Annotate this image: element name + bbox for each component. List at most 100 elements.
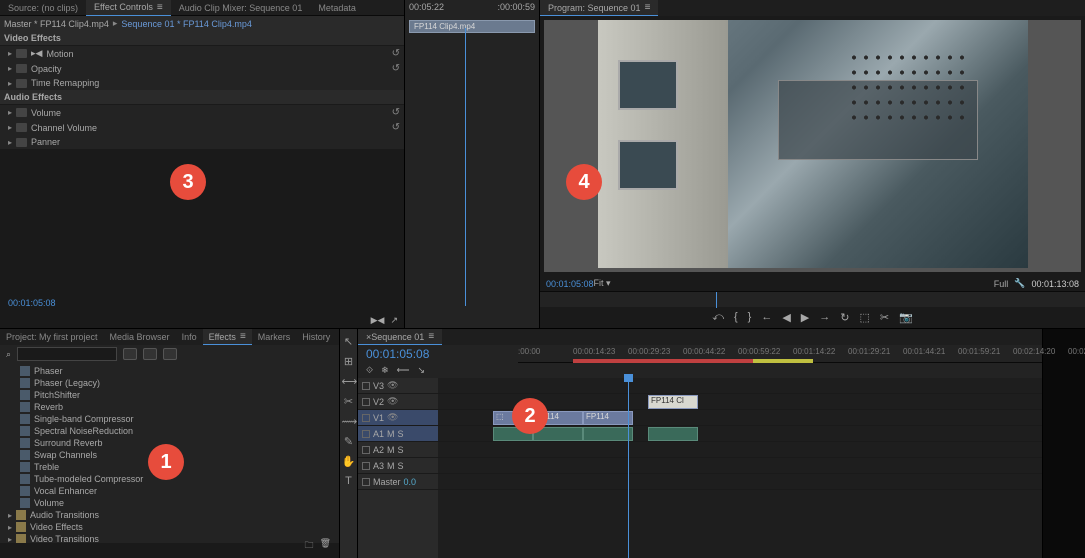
eye-icon[interactable]: 👁	[387, 412, 398, 423]
fx-volume[interactable]: Volume	[0, 497, 339, 509]
mark-in-icon[interactable]: {	[734, 311, 738, 324]
tab-media-browser[interactable]: Media Browser	[104, 329, 176, 345]
folder-video-trans[interactable]: ▸Video Transitions	[0, 533, 339, 543]
fx-opacity[interactable]: ▸Opacity↺	[0, 61, 404, 76]
mute-icon[interactable]: M	[387, 445, 395, 455]
clip-v2[interactable]: FP114 Cl	[648, 395, 698, 409]
timeline-playhead-line[interactable]	[628, 378, 629, 558]
selection-tool-icon[interactable]: ↖	[342, 335, 356, 349]
tab-source[interactable]: Source: (no clips)	[0, 0, 86, 16]
reset-icon[interactable]: ↺	[392, 48, 400, 59]
eye-icon[interactable]: 👁	[387, 380, 398, 391]
program-ruler[interactable]	[540, 291, 1085, 307]
loop-icon[interactable]: ▶◀	[371, 315, 385, 326]
fx-pitchshifter[interactable]: PitchShifter	[0, 389, 339, 401]
folder-audio-trans[interactable]: ▸Audio Transitions	[0, 509, 339, 521]
video-effects-header[interactable]: Video Effects	[0, 31, 404, 46]
clip-a1-3[interactable]	[583, 427, 633, 441]
razor-tool-icon[interactable]: ✂	[342, 395, 356, 409]
lock-icon[interactable]	[362, 446, 370, 454]
tab-info[interactable]: Info	[176, 329, 203, 345]
track-a1[interactable]: A1MS	[358, 426, 438, 442]
lock-icon[interactable]	[362, 398, 370, 406]
clip-a1-4[interactable]	[648, 427, 698, 441]
track-master[interactable]: Master0.0	[358, 474, 438, 490]
fx-singleband[interactable]: Single-band Compressor	[0, 413, 339, 425]
clip-v1-3[interactable]: FP114	[583, 411, 633, 425]
effects-search-input[interactable]	[17, 347, 117, 361]
playhead-line[interactable]	[465, 28, 466, 306]
fx-spectral[interactable]: Spectral NoiseReduction	[0, 425, 339, 437]
go-out-icon[interactable]: ↻	[840, 311, 849, 324]
snap-icon[interactable]: ⟐	[366, 365, 373, 376]
tab-project[interactable]: Project: My first project	[0, 329, 104, 345]
quality-select[interactable]: Full	[994, 279, 1009, 289]
tab-effect-controls[interactable]: Effect Controls≡	[86, 0, 171, 16]
solo-icon[interactable]: S	[398, 461, 404, 471]
reset-icon[interactable]: ↺	[392, 107, 400, 118]
track-v1[interactable]: V1👁	[358, 410, 438, 426]
effect-timecode[interactable]: 00:01:05:08	[4, 296, 60, 310]
solo-icon[interactable]: S	[398, 445, 404, 455]
fx-phaser[interactable]: Phaser	[0, 365, 339, 377]
fx-phaser-legacy[interactable]: Phaser (Legacy)	[0, 377, 339, 389]
zoom-fit[interactable]: Fit	[594, 278, 604, 288]
tab-metadata[interactable]: Metadata	[310, 0, 364, 16]
ripple-tool-icon[interactable]: ⟷	[342, 375, 356, 389]
track-v3[interactable]: V3👁	[358, 378, 438, 394]
filter-badge-3[interactable]	[163, 348, 177, 360]
track-a2[interactable]: A2MS	[358, 442, 438, 458]
lock-icon[interactable]	[362, 462, 370, 470]
hand-tool-icon[interactable]: ✋	[342, 455, 356, 469]
mark-out-icon[interactable]: }	[748, 311, 752, 324]
lift-icon[interactable]: ⬚	[859, 311, 869, 324]
tab-sequence[interactable]: × Sequence 01≡	[358, 329, 442, 345]
fx-panner[interactable]: ▸Panner	[0, 135, 404, 149]
audio-effects-header[interactable]: Audio Effects	[0, 90, 404, 105]
fx-volume[interactable]: ▸Volume↺	[0, 105, 404, 120]
timeline-timecode[interactable]: 00:01:05:08	[358, 345, 438, 363]
mute-icon[interactable]: M	[387, 429, 395, 439]
tab-audio-mixer[interactable]: Audio Clip Mixer: Sequence 01	[171, 0, 311, 16]
track-select-tool-icon[interactable]: ⊞	[342, 355, 356, 369]
tab-history[interactable]: History	[296, 329, 336, 345]
filter-badge-2[interactable]	[143, 348, 157, 360]
play-icon[interactable]: ▶	[801, 311, 809, 324]
source-clip[interactable]: FP114 Clip4.mp4	[409, 20, 535, 33]
fx-vocal[interactable]: Vocal Enhancer	[0, 485, 339, 497]
type-tool-icon[interactable]: T	[342, 475, 356, 489]
track-v2[interactable]: V2👁	[358, 394, 438, 410]
playhead-icon[interactable]	[716, 292, 717, 308]
lock-icon[interactable]	[362, 382, 370, 390]
export-icon[interactable]: ↗	[390, 315, 398, 326]
track-a3[interactable]: A3MS	[358, 458, 438, 474]
reset-icon[interactable]: ↺	[392, 63, 400, 74]
program-monitor[interactable]	[544, 20, 1081, 272]
lock-icon[interactable]	[362, 430, 370, 438]
tab-markers[interactable]: Markers	[252, 329, 297, 345]
slip-tool-icon[interactable]: ⟿	[342, 415, 356, 429]
filter-badge-1[interactable]	[123, 348, 137, 360]
fx-reverb[interactable]: Reverb	[0, 401, 339, 413]
export-frame-icon[interactable]: 📷	[899, 311, 913, 324]
step-fwd-icon[interactable]: →	[819, 311, 830, 324]
eye-icon[interactable]: 👁	[387, 396, 398, 407]
add-marker-icon[interactable]: ⤺	[712, 311, 724, 324]
tab-program[interactable]: Program: Sequence 01≡	[540, 0, 658, 16]
lock-icon[interactable]	[362, 414, 370, 422]
lock-icon[interactable]	[362, 478, 370, 486]
marker-icon[interactable]: ⟵	[397, 365, 410, 376]
pen-tool-icon[interactable]: ✎	[342, 435, 356, 449]
extract-icon[interactable]: ✂	[880, 311, 889, 324]
timeline-playhead-icon[interactable]	[624, 374, 633, 382]
fx-channel-volume[interactable]: ▸Channel Volume↺	[0, 120, 404, 135]
step-back-icon[interactable]: ◀	[782, 311, 790, 324]
solo-icon[interactable]: S	[398, 429, 404, 439]
panel-menu-icon[interactable]: ≡	[157, 2, 163, 13]
mute-icon[interactable]: M	[387, 461, 395, 471]
sequence-clip-label[interactable]: Sequence 01 * FP114 Clip4.mp4	[121, 19, 251, 29]
fx-time-remap[interactable]: ▸Time Remapping	[0, 76, 404, 90]
program-timecode-out[interactable]: 00:01:13:08	[1031, 279, 1079, 289]
delete-icon[interactable]: 🗑	[320, 538, 331, 554]
folder-video-fx[interactable]: ▸Video Effects	[0, 521, 339, 533]
